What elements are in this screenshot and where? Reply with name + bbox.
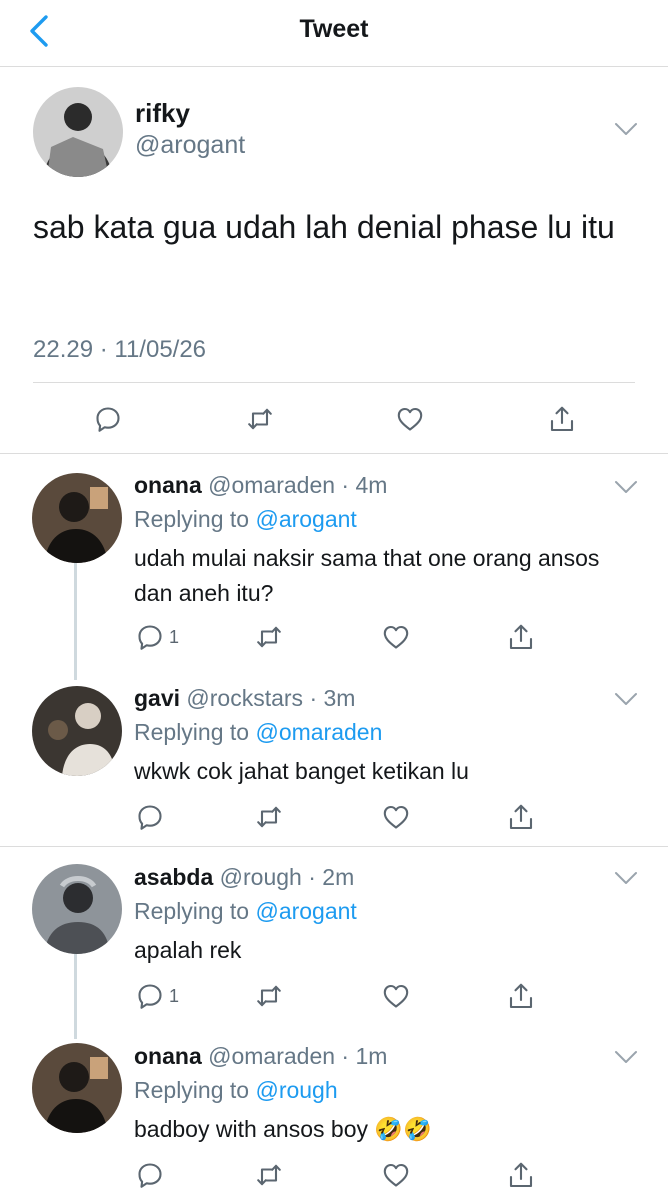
reply-count: 1 <box>169 986 180 1006</box>
reply-icon[interactable] <box>135 1160 165 1190</box>
reply-text-content: badboy with ansos boy <box>134 1116 368 1142</box>
replying-to-link[interactable]: @arogant <box>255 506 356 532</box>
divider <box>33 382 635 383</box>
avatar[interactable] <box>32 473 122 563</box>
reply-handle[interactable]: @omaraden <box>208 472 335 498</box>
thread-line <box>74 953 77 1039</box>
replying-to-label: Replying to <box>134 719 250 745</box>
reply-header: asabda @rough · 2m <box>134 864 354 891</box>
share-icon[interactable] <box>506 802 536 832</box>
thread-line <box>74 562 77 680</box>
replying-to: Replying to @arogant <box>134 506 357 533</box>
reply-name[interactable]: onana <box>134 1043 202 1069</box>
like-icon[interactable] <box>381 1160 411 1190</box>
replying-to: Replying to @rough <box>134 1077 338 1104</box>
author-handle[interactable]: @arogant <box>135 131 245 160</box>
tweet-timestamp: 22.29 · 11/05/26 <box>33 336 207 363</box>
tweet-text: sab kata gua udah lah denial phase lu it… <box>33 209 615 245</box>
separator-dot: · <box>335 472 356 498</box>
reply-time: 1m <box>355 1043 388 1069</box>
reply-text: wkwk cok jahat banget ketikan lu <box>134 758 469 784</box>
like-icon[interactable] <box>381 981 411 1011</box>
reply-time: 4m <box>355 472 388 498</box>
reply-icon[interactable] <box>135 981 165 1011</box>
author-name[interactable]: rifky <box>135 98 190 129</box>
reply-header: onana @omaraden · 4m <box>134 472 387 499</box>
replying-to-label: Replying to <box>134 898 250 924</box>
divider <box>0 846 668 847</box>
reply-header: gavi @rockstars · 3m <box>134 685 355 712</box>
reply-icon[interactable] <box>135 802 165 832</box>
reply-handle[interactable]: @omaraden <box>208 1043 335 1069</box>
replying-to: Replying to @arogant <box>134 898 357 925</box>
avatar[interactable] <box>32 686 122 776</box>
chevron-down-icon[interactable] <box>614 122 638 136</box>
like-icon[interactable] <box>381 622 411 652</box>
avatar[interactable] <box>32 864 122 954</box>
reply-icon[interactable] <box>93 404 123 434</box>
reply-time: 3m <box>323 685 356 711</box>
like-icon[interactable] <box>381 802 411 832</box>
retweet-icon[interactable] <box>254 981 284 1011</box>
retweet-icon[interactable] <box>254 622 284 652</box>
share-icon[interactable] <box>506 622 536 652</box>
reply-name[interactable]: onana <box>134 472 202 498</box>
reply-text: badboy with ansos boy 🤣🤣 <box>134 1112 614 1147</box>
replying-to-link[interactable]: @arogant <box>255 898 356 924</box>
replying-to: Replying to @omaraden <box>134 719 382 746</box>
avatar[interactable] <box>32 1043 122 1133</box>
avatar[interactable] <box>33 87 123 177</box>
reply-count: 1 <box>169 627 180 647</box>
reply-time: 2m <box>322 864 355 890</box>
replying-to-link[interactable]: @rough <box>255 1077 337 1103</box>
reply-text: apalah rek <box>134 937 242 963</box>
divider <box>0 453 668 454</box>
chevron-down-icon[interactable] <box>614 480 638 494</box>
navigation-bar: Tweet <box>0 0 668 67</box>
reply-name[interactable]: gavi <box>134 685 180 711</box>
separator-dot: · <box>301 864 323 890</box>
replying-to-link[interactable]: @omaraden <box>255 719 382 745</box>
reply-text: udah mulai naksir sama that one orang an… <box>134 545 600 606</box>
share-icon[interactable] <box>547 404 577 434</box>
replying-to-label: Replying to <box>134 1077 250 1103</box>
reply-name[interactable]: asabda <box>134 864 213 890</box>
like-icon[interactable] <box>395 404 425 434</box>
replying-to-label: Replying to <box>134 506 250 532</box>
page-title: Tweet <box>299 15 369 43</box>
chevron-down-icon[interactable] <box>614 871 638 885</box>
reply-icon[interactable] <box>135 622 165 652</box>
retweet-icon[interactable] <box>254 1160 284 1190</box>
chevron-down-icon[interactable] <box>614 692 638 706</box>
share-icon[interactable] <box>506 1160 536 1190</box>
share-icon[interactable] <box>506 981 536 1011</box>
reply-handle[interactable]: @rockstars <box>186 685 303 711</box>
reply-header: onana @omaraden · 1m <box>134 1043 387 1070</box>
retweet-icon[interactable] <box>254 802 284 832</box>
reply-handle[interactable]: @rough <box>220 864 302 890</box>
chevron-down-icon[interactable] <box>614 1050 638 1064</box>
separator-dot: · <box>335 1043 356 1069</box>
separator-dot: · <box>303 685 324 711</box>
retweet-icon[interactable] <box>245 404 275 434</box>
laughing-emoji: 🤣🤣 <box>374 1116 432 1142</box>
